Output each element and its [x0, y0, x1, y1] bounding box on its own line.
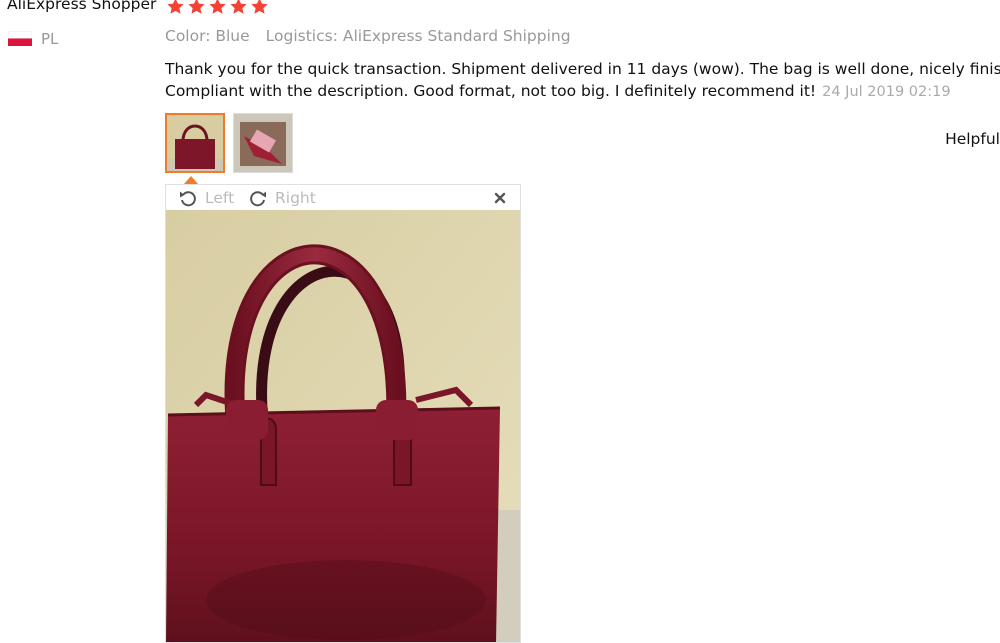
country-code: PL — [41, 30, 59, 48]
close-icon[interactable] — [491, 188, 509, 206]
star-icon — [167, 0, 184, 14]
photo-thumbnail-2[interactable] — [233, 113, 293, 173]
rotate-right-icon — [250, 190, 266, 206]
bag-thumbnail-image — [167, 115, 223, 171]
star-icon — [188, 0, 205, 14]
rotate-right-button[interactable]: Right — [248, 185, 316, 210]
review-text-line: Compliant with the description. Good for… — [165, 82, 817, 100]
logistics-attribute: Logistics: AliExpress Standard Shipping — [265, 27, 571, 45]
star-icon — [251, 0, 268, 14]
review-text-line: Thank you for the quick transaction. Shi… — [165, 60, 1000, 78]
photo-viewer: Left Right — [165, 184, 521, 643]
bag-open-thumbnail-image — [234, 114, 292, 172]
star-icon — [230, 0, 247, 14]
review-date: 24 Jul 2019 02:19 — [822, 84, 951, 100]
rotate-right-label: Right — [275, 188, 316, 207]
helpful-button[interactable]: Helpful — [945, 130, 1000, 148]
poland-flag-icon — [8, 31, 32, 46]
bag-photo — [166, 210, 520, 642]
photo-thumbnail-1[interactable] — [165, 113, 225, 173]
selected-thumbnail-pointer — [184, 176, 198, 184]
rotate-left-button[interactable]: Left — [178, 185, 234, 210]
review-text: Thank you for the quick transaction. Shi… — [165, 58, 1000, 103]
viewer-toolbar: Left Right — [166, 185, 520, 210]
rotate-left-label: Left — [205, 188, 235, 207]
reviewer-name: AliExpress Shopper — [7, 0, 157, 13]
rating-stars — [166, 0, 269, 16]
star-icon — [209, 0, 226, 14]
rotate-left-icon — [180, 190, 196, 206]
color-attribute: Color: Blue — [165, 27, 250, 45]
order-info: Color: Blue Logistics: AliExpress Standar… — [165, 27, 571, 45]
